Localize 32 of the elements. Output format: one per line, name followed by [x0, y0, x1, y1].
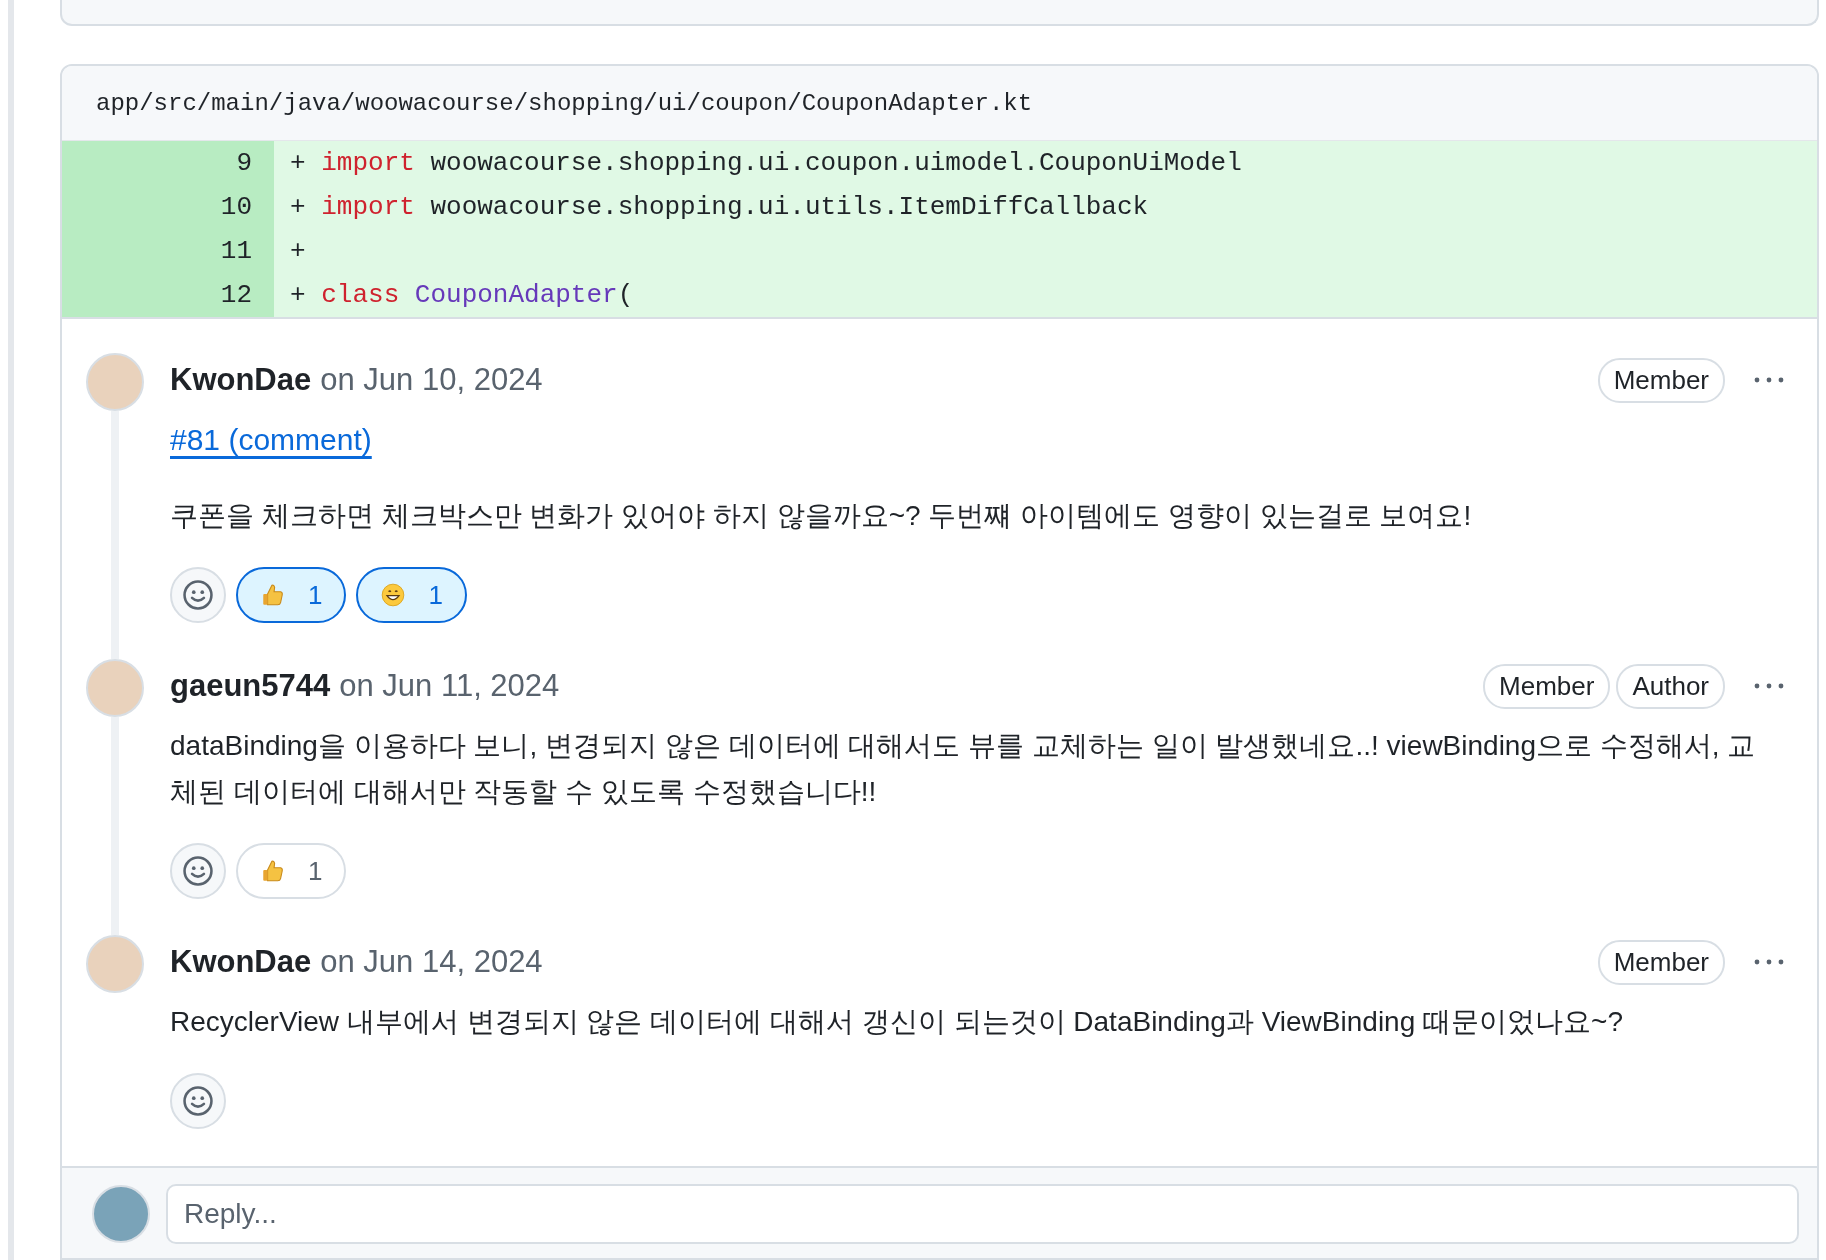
add-reaction-button[interactable]: [170, 1073, 226, 1129]
thumbs-up-icon: [260, 858, 286, 884]
reaction-button[interactable]: 1: [236, 843, 347, 899]
add-reaction-button[interactable]: [170, 843, 226, 899]
reaction-button[interactable]: 1: [356, 567, 467, 623]
author-link[interactable]: gaeun5744: [170, 668, 331, 704]
add-reaction-button[interactable]: [170, 567, 226, 623]
comment-date[interactable]: on Jun 14, 2024: [320, 944, 543, 980]
comment-text: 쿠폰을 체크하면 체크박스만 변화가 있어야 하지 않을까요~? 두번쨰 아이템에도 영향이 있는걸로 보여요!: [170, 499, 1473, 533]
smiley-icon: [181, 854, 215, 888]
author-link[interactable]: KwonDae: [170, 362, 312, 398]
comment-text: RecyclerView 내부에서 변경되지 않은 데이터에 대해서 갱신이 되는것이 DataBinding과 ViewBinding 때문이었나요~?: [170, 1005, 1624, 1039]
grinning-face-icon: [380, 582, 407, 608]
author-link[interactable]: KwonDae: [170, 944, 312, 980]
line-number: 12: [62, 273, 274, 317]
comment-text: dataBinding을 이용하다 보니, 변경되지 않은 데이터에 대해서도 뷰를 교체하는 일이 발생했네요..! viewBinding으로 수정해서, 교체된 데이터에 대해서만 작동할 수 있도록 수정했습니다!!: [170, 729, 1757, 809]
smiley-icon: [181, 578, 215, 612]
comment-date[interactable]: on Jun 10, 2024: [320, 362, 543, 398]
smiley-icon: [181, 1084, 215, 1118]
role-label: Member: [1597, 939, 1725, 985]
role-label: Author: [1616, 663, 1725, 709]
comment-date[interactable]: on Jun 11, 2024: [339, 668, 560, 704]
role-label: Member: [1597, 357, 1725, 403]
reply-field[interactable]: Reply...: [166, 1184, 1799, 1244]
reaction-button[interactable]: 1: [236, 567, 347, 623]
line-number: 10: [62, 185, 274, 229]
role-label: Member: [1483, 663, 1611, 709]
thumbs-up-icon: [260, 582, 286, 608]
line-number: 9: [62, 141, 274, 185]
line-number: 11: [62, 229, 274, 273]
comment-link[interactable]: #81 (comment): [170, 423, 372, 456]
file-path: app/src/main/java/woowacourse/shopping/ui/coupon/CouponAdapter.kt: [96, 89, 1033, 117]
